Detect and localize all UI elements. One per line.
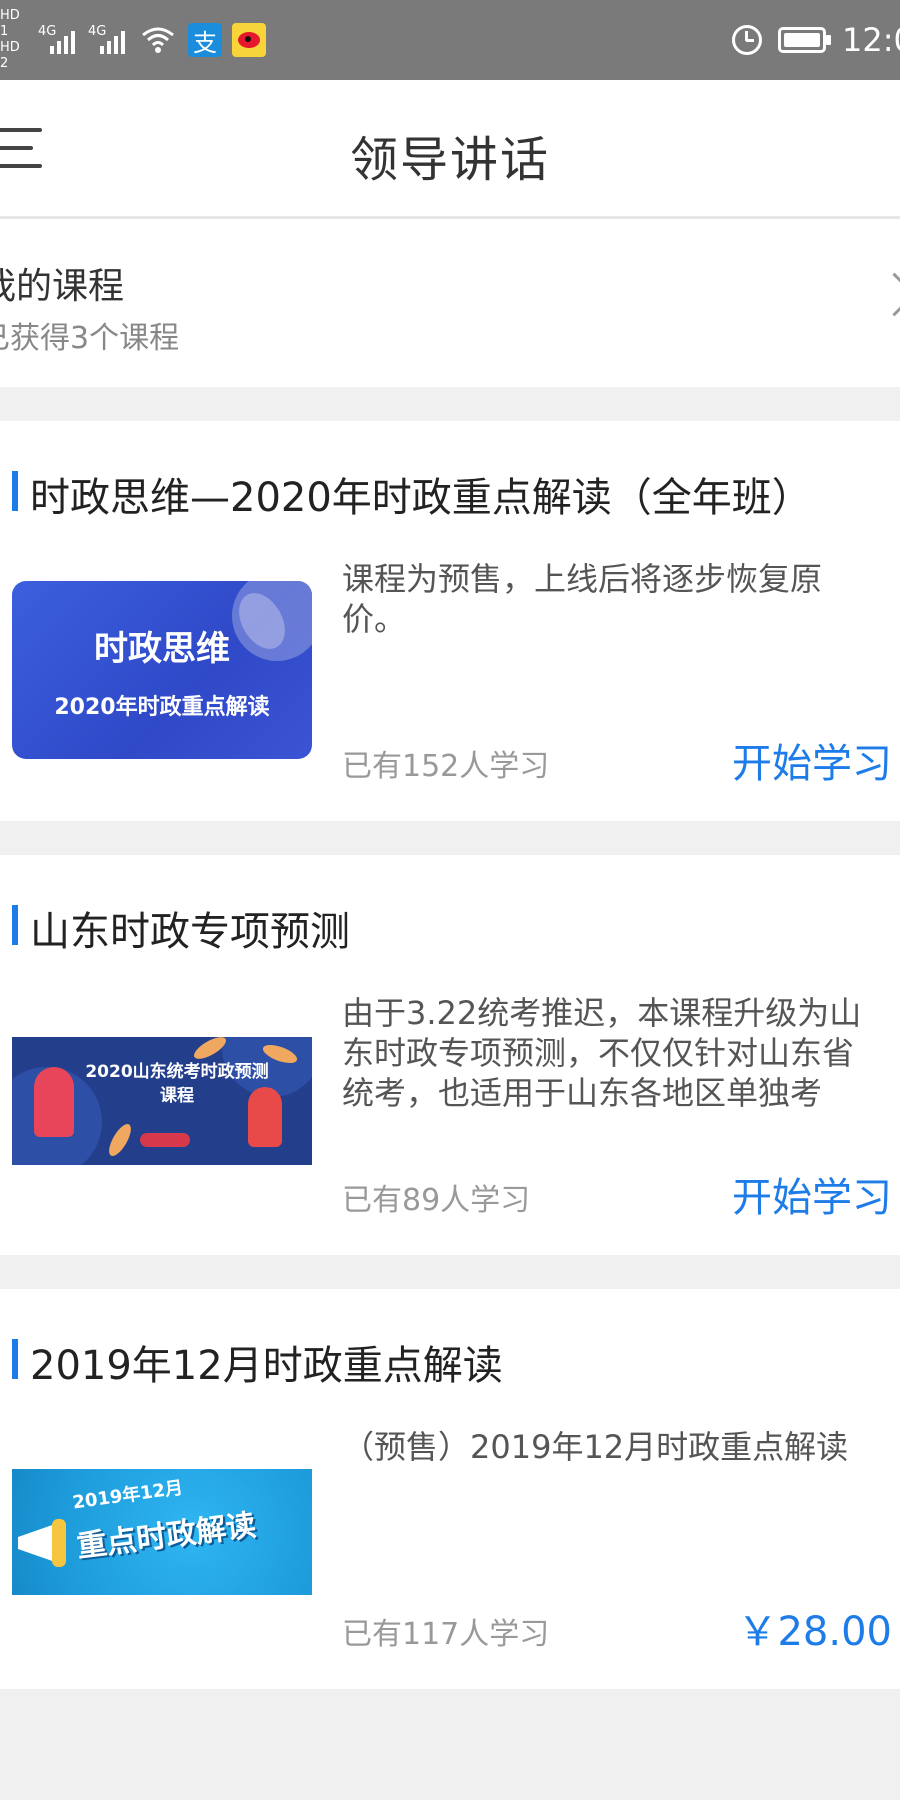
learner-count: 已有152人学习: [342, 749, 550, 784]
course-title: 山东时政专项预测: [30, 909, 350, 955]
course-thumbnail[interactable]: 2020山东统考时政预测 课程: [12, 1037, 312, 1165]
price-label[interactable]: ￥28.00: [737, 1599, 892, 1657]
sim1-label: HD 1: [0, 8, 20, 39]
battery-icon: [778, 27, 831, 53]
alipay-icon: 支: [188, 23, 222, 57]
thumbnail-button-graphic: [140, 1133, 190, 1147]
alipay-glyph: 支: [193, 28, 217, 57]
course-card[interactable]: 2019年12月时政重点解读 2019年12月 重点时政解读 （预售）2019年…: [0, 1289, 900, 1689]
course-title: 时政思维—2020年时政重点解读（全年班）: [30, 475, 812, 521]
course-thumbnail[interactable]: 2019年12月 重点时政解读: [12, 1469, 312, 1595]
my-courses-count: 已获得3个课程: [0, 321, 180, 356]
status-bar: HD 1 HD 2 4G 4G 支 12:0: [0, 0, 900, 80]
status-left: HD 1 HD 2 4G 4G 支: [0, 8, 266, 71]
wifi-icon: [138, 20, 178, 60]
course-title: 2019年12月时政重点解读: [30, 1343, 503, 1389]
course-card[interactable]: 时政思维—2020年时政重点解读（全年班） 时政思维 2020年时政重点解读 课…: [0, 421, 900, 821]
learner-count: 已有117人学习: [342, 1617, 550, 1652]
page-title: 领导讲话: [349, 132, 550, 188]
course-card[interactable]: 山东时政专项预测 2020山东统考时政预测 课程 由于3.22统考推迟，本课程升…: [0, 855, 900, 1255]
sim-indicators: HD 1 HD 2: [0, 8, 28, 72]
thumbnail-heading: 时政思维: [94, 629, 230, 669]
alarm-icon: [732, 25, 762, 55]
thumbnail-subheading: 2020年时政重点解读: [54, 695, 270, 720]
sim2-label: HD 2: [0, 40, 20, 71]
my-courses-title: 我的课程: [0, 266, 125, 307]
thumbnail-subheading: 课程: [160, 1086, 194, 1106]
thumbnail-heading: 2020山东统考时政预测: [85, 1062, 269, 1082]
title-accent-bar: [12, 1339, 18, 1379]
clock: 12:0: [842, 21, 900, 59]
app-header: 领导讲话: [0, 80, 900, 219]
start-learning-button[interactable]: 开始学习: [732, 1165, 892, 1223]
title-accent-bar: [12, 905, 18, 945]
status-right: 12:0: [732, 14, 900, 66]
course-description: 由于3.22统考推迟，本课程升级为山东时政专项预测，不仅仅针对山东省统考，也适用…: [342, 994, 862, 1112]
learner-count: 已有89人学习: [342, 1183, 531, 1218]
course-description: （预售）2019年12月时政重点解读: [342, 1428, 849, 1466]
course-description: 课程为预售，上线后将逐步恢复原价。: [342, 560, 823, 638]
thumbnail-heading: 2019年12月: [71, 1477, 185, 1514]
title-accent-bar: [12, 471, 18, 511]
signal-icon-1: 4G: [38, 20, 78, 60]
my-courses-row[interactable]: 我的课程 已获得3个课程: [0, 219, 900, 387]
weibo-icon: [232, 23, 266, 57]
course-thumbnail[interactable]: 时政思维 2020年时政重点解读: [12, 581, 312, 759]
chevron-right-icon: [872, 272, 900, 317]
signal-icon-2: 4G: [88, 20, 128, 60]
start-learning-button[interactable]: 开始学习: [732, 731, 892, 789]
